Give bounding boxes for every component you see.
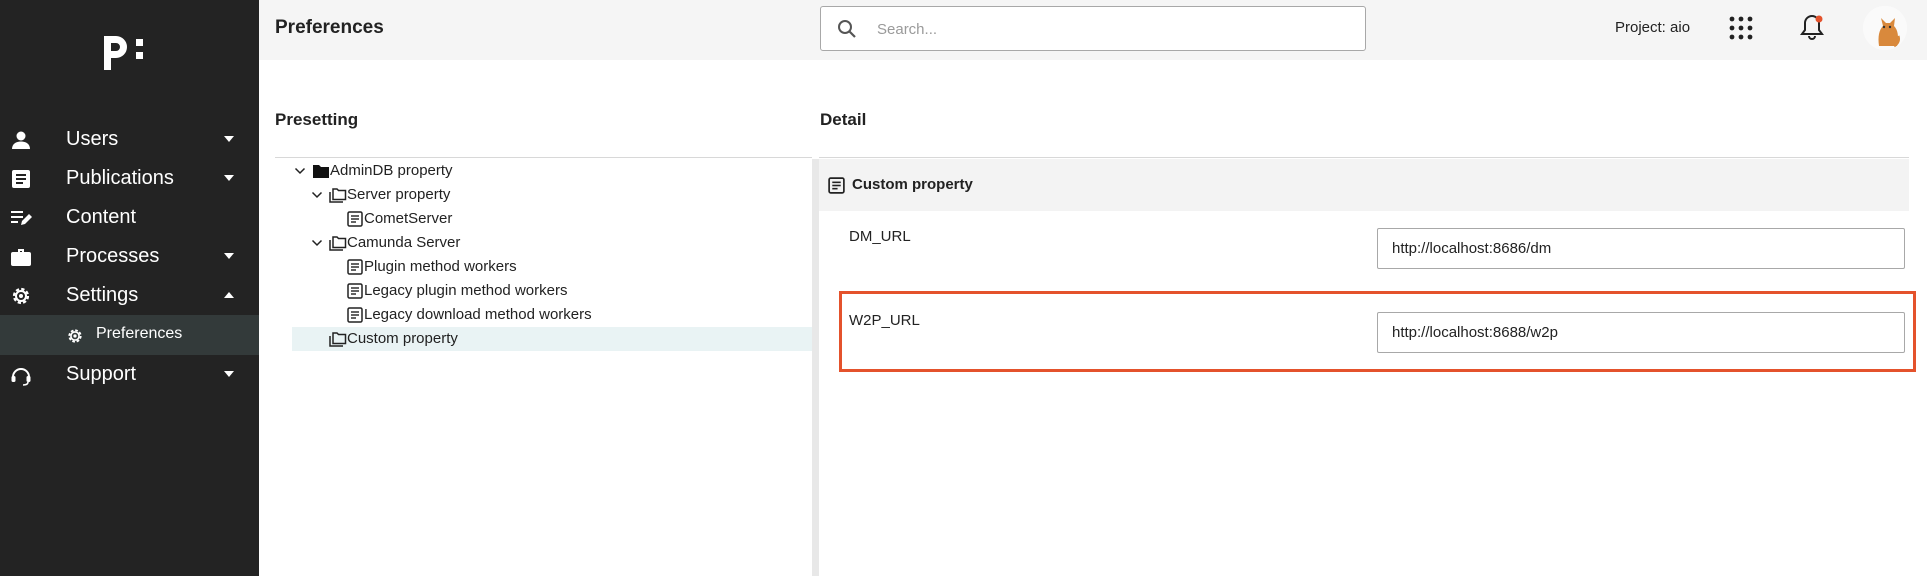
- detail-title: Detail: [820, 110, 867, 129]
- gear-icon: [12, 287, 30, 305]
- search-input[interactable]: [877, 17, 1347, 41]
- chevron-up-icon: [224, 292, 234, 298]
- presetting-divider: [275, 157, 812, 158]
- gear-icon: [68, 329, 82, 343]
- project-label[interactable]: Project: aio: [1615, 19, 1690, 36]
- panel-splitter[interactable]: [812, 159, 819, 576]
- property-label-dm-url: DM_URL: [849, 228, 911, 245]
- nav-item-label: Support: [66, 363, 137, 385]
- document-icon: [347, 259, 363, 275]
- presetting-title: Presetting: [275, 110, 359, 129]
- tree-node-plugin-method-workers[interactable]: Plugin method workers: [292, 255, 812, 279]
- document-icon: [347, 283, 363, 299]
- search-box[interactable]: [820, 6, 1366, 51]
- nav-item-users[interactable]: Users: [0, 120, 259, 159]
- top-bar: Preferences Project: aio: [259, 0, 1927, 60]
- tree-node-label: Server property: [347, 186, 451, 203]
- tree-node-legacy-download-method-workers[interactable]: Legacy download method workers: [292, 303, 812, 327]
- nav-item-label: Users: [66, 128, 119, 150]
- sidebar: Users Publications Content Processes Set…: [0, 0, 259, 576]
- tree-node-label: CometServer: [364, 210, 453, 227]
- folder-stack-icon: [329, 188, 347, 203]
- tree-node-camunda-server[interactable]: Camunda Server: [292, 231, 812, 255]
- property-input-dm-url[interactable]: [1377, 228, 1905, 269]
- tree-node-label: Plugin method workers: [364, 258, 517, 275]
- chevron-down-icon[interactable]: [311, 237, 323, 249]
- search-icon: [838, 20, 856, 38]
- tree-node-legacy-plugin-method-workers[interactable]: Legacy plugin method workers: [292, 279, 812, 303]
- nav-item-label: Settings: [66, 284, 139, 306]
- document-icon: [828, 177, 845, 194]
- briefcase-icon: [11, 249, 31, 266]
- app-logo[interactable]: [100, 30, 152, 74]
- headset-icon: [11, 368, 31, 386]
- tree-node-label: Camunda Server: [347, 234, 461, 251]
- folder-stack-icon: [329, 332, 347, 347]
- property-input-w2p-url[interactable]: [1377, 312, 1905, 353]
- page-title: Preferences: [275, 17, 384, 38]
- chevron-down-icon: [224, 136, 234, 142]
- property-label-w2p-url: W2P_URL: [849, 312, 920, 329]
- nav-item-publications[interactable]: Publications: [0, 159, 259, 198]
- presetting-tree: AdminDB property Server property CometSe…: [275, 159, 812, 576]
- tree-node-cometserver[interactable]: CometServer: [292, 207, 812, 231]
- tree-node-label: Legacy download method workers: [364, 306, 592, 323]
- user-avatar[interactable]: [1863, 6, 1907, 50]
- detail-divider: [819, 157, 1909, 158]
- tree-node-label: AdminDB property: [330, 162, 453, 179]
- main-nav: Users Publications Content Processes Set…: [0, 120, 259, 394]
- tree-node-label: Legacy plugin method workers: [364, 282, 568, 299]
- nav-item-processes[interactable]: Processes: [0, 237, 259, 276]
- nav-item-settings[interactable]: Settings: [0, 276, 259, 315]
- nav-subitem-label: Preferences: [96, 325, 183, 342]
- document-icon: [347, 307, 363, 323]
- folder-stack-icon: [329, 236, 347, 251]
- chevron-down-icon: [224, 371, 234, 377]
- detail-header: Custom property: [819, 159, 1909, 211]
- tree-node-admindb-property[interactable]: AdminDB property: [292, 159, 812, 183]
- nav-item-label: Processes: [66, 245, 160, 267]
- document-icon: [12, 170, 30, 188]
- nav-item-support[interactable]: Support: [0, 355, 259, 394]
- tree-node-label: Custom property: [347, 330, 458, 347]
- notification-bell-icon[interactable]: [1799, 13, 1825, 41]
- chevron-down-icon[interactable]: [294, 165, 306, 177]
- person-icon: [12, 131, 30, 149]
- nav-item-label: Publications: [66, 167, 174, 189]
- nav-subitem-preferences[interactable]: Preferences: [0, 315, 259, 355]
- edit-list-icon: [11, 211, 32, 225]
- tree-node-custom-property[interactable]: Custom property: [292, 327, 812, 351]
- nav-item-label: Content: [66, 206, 137, 228]
- cat-avatar-image: [1863, 6, 1907, 50]
- detail-header-label: Custom property: [852, 176, 973, 193]
- tree-node-server-property[interactable]: Server property: [292, 183, 812, 207]
- chevron-down-icon: [224, 253, 234, 259]
- document-icon: [347, 211, 363, 227]
- chevron-down-icon: [224, 175, 234, 181]
- folder-filled-icon: [313, 165, 329, 178]
- chevron-down-icon[interactable]: [311, 189, 323, 201]
- nav-item-content[interactable]: Content: [0, 198, 259, 237]
- apps-grid-icon[interactable]: [1729, 16, 1753, 40]
